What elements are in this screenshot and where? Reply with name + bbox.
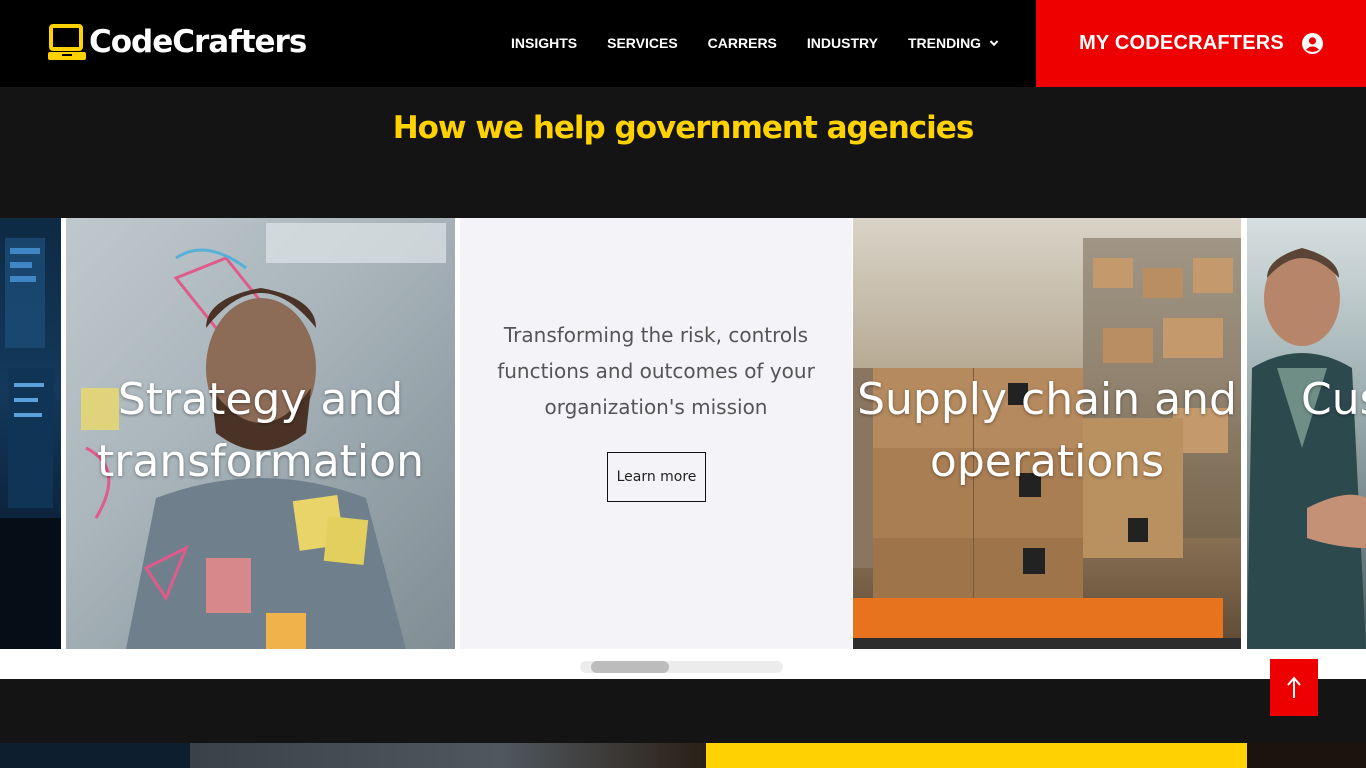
arrow-up-icon (1287, 675, 1301, 698)
next-section-yellow-panel (706, 743, 1247, 768)
card-title-line: transformation (97, 436, 424, 487)
back-to-top-button[interactable] (1270, 659, 1318, 716)
learn-more-button[interactable]: Learn more (607, 452, 706, 502)
account-label: MY CODECRAFTERS (1079, 32, 1284, 54)
user-circle-icon (1301, 33, 1323, 54)
my-codecrafters-button[interactable]: MY CODECRAFTERS (1036, 0, 1366, 87)
carousel-card-supply-chain[interactable]: Supply chain and operations (853, 218, 1241, 649)
logo-link[interactable]: CodeCrafters (47, 22, 307, 62)
nav-trending-label: TRENDING (907, 35, 982, 51)
chevron-down-icon (989, 40, 999, 47)
description-line: organization's mission (544, 395, 768, 419)
services-carousel[interactable]: Strategy and transformation Transforming… (0, 218, 1366, 679)
carousel-card-info: Transforming the risk, controls function… (460, 218, 852, 649)
tech-dashboard-image (0, 238, 61, 649)
main-nav: INSIGHTS SERVICES CARRERS INDUSTRY TREND… (511, 34, 1029, 52)
card-title-supply-chain: Supply chain and operations (853, 369, 1241, 493)
next-section-image-left (0, 743, 190, 768)
carousel-scroll-thumb[interactable] (591, 661, 669, 673)
nav-trending[interactable]: TRENDING (908, 34, 999, 52)
nav-industry[interactable]: INDUSTRY (807, 34, 878, 52)
card-description: Transforming the risk, controls function… (480, 317, 832, 425)
laptop-icon (48, 24, 86, 60)
carousel-card-partial-left[interactable] (0, 218, 61, 649)
handshake-photo (1247, 248, 1366, 649)
next-section-image (190, 743, 706, 768)
description-line: functions and outcomes of your (497, 359, 815, 383)
nav-insights[interactable]: INSIGHTS (511, 34, 577, 52)
card-title-line: Strategy and (117, 374, 404, 425)
nav-carrers[interactable]: CARRERS (708, 34, 777, 52)
nav-services[interactable]: SERVICES (607, 34, 678, 52)
top-navbar: CodeCrafters INSIGHTS SERVICES CARRERS I… (0, 0, 1366, 87)
section-heading: How we help government agencies (392, 110, 975, 146)
card-title-partial: Cus (1301, 374, 1366, 425)
card-title-strategy: Strategy and transformation (66, 369, 455, 493)
carousel-card-strategy[interactable]: Strategy and transformation (66, 218, 455, 649)
carousel-scrollbar[interactable] (580, 661, 783, 673)
next-section-image-right (1247, 743, 1366, 768)
carousel-card-partial-right[interactable]: Cus (1247, 218, 1366, 649)
card-title-line: Supply chain and (857, 374, 1237, 425)
card-title-line: operations (929, 436, 1165, 487)
logo-text: CodeCrafters (89, 24, 307, 60)
description-line: Transforming the risk, controls (503, 323, 809, 347)
